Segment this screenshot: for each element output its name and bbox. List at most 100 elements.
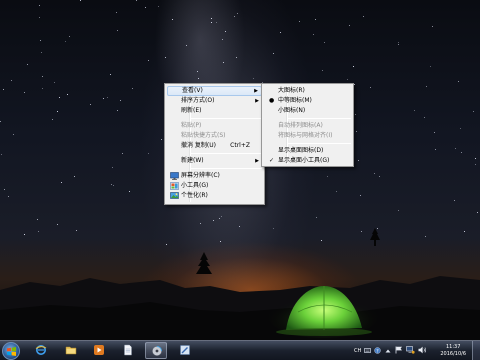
star <box>219 218 220 219</box>
star <box>455 148 456 149</box>
star <box>116 12 117 13</box>
start-button[interactable] <box>2 342 20 360</box>
star <box>360 195 361 196</box>
star <box>158 6 159 7</box>
star <box>327 176 328 177</box>
star <box>200 223 201 224</box>
menu-item-label: 撤消 复制(U) <box>181 142 216 149</box>
star <box>313 34 314 35</box>
star <box>148 153 149 154</box>
context-menu-item[interactable]: 小工具(G) <box>167 181 262 191</box>
star <box>198 78 199 79</box>
menu-separator <box>288 118 351 119</box>
menu-item-label: 排序方式(O) <box>181 97 215 104</box>
star <box>39 5 40 6</box>
star <box>355 114 356 115</box>
star <box>299 21 300 22</box>
context-menu-item[interactable]: 个性化(R) <box>167 191 262 201</box>
star <box>464 231 465 232</box>
star <box>8 196 9 197</box>
star <box>236 57 237 58</box>
star <box>3 89 4 90</box>
taskbar-button[interactable] <box>117 342 139 359</box>
star <box>477 212 478 213</box>
star <box>67 94 68 95</box>
taskbar-button[interactable] <box>145 342 167 359</box>
star <box>172 19 173 20</box>
view-submenu-item[interactable]: 小图标(N) <box>264 106 351 116</box>
star <box>76 230 77 231</box>
star <box>458 81 459 82</box>
taskbar-button[interactable] <box>88 342 110 359</box>
star <box>356 131 357 132</box>
star <box>24 234 25 235</box>
menu-item-label: 小图标(N) <box>278 107 306 114</box>
star <box>336 191 337 192</box>
taskbar-button[interactable] <box>174 342 196 359</box>
taskbar-button[interactable] <box>30 342 52 359</box>
star <box>211 18 212 19</box>
language-indicator[interactable]: CH <box>354 348 361 354</box>
star <box>370 87 371 88</box>
context-menu-item[interactable]: 刷新(E) <box>167 106 262 116</box>
show-desktop-button[interactable] <box>472 341 480 360</box>
context-menu-item[interactable]: 新建(W) ▶ <box>167 156 262 166</box>
submenu-arrow-icon: ▶ <box>254 88 258 94</box>
keyboard-icon[interactable] <box>364 347 371 354</box>
menu-item-label: 将图标与网格对齐(I) <box>278 132 333 139</box>
context-menu-item[interactable]: 屏幕分辨率(C) <box>167 171 262 181</box>
volume-icon[interactable] <box>418 346 427 354</box>
network-icon[interactable] <box>406 346 415 354</box>
star <box>473 111 474 112</box>
taskbar-button[interactable] <box>60 342 82 359</box>
menu-separator <box>191 153 262 154</box>
star <box>165 57 166 58</box>
context-menu-item[interactable]: 排序方式(O) ▶ <box>167 96 262 106</box>
action-center-flag-icon[interactable] <box>395 346 403 354</box>
windows-logo-icon <box>7 347 16 356</box>
star <box>122 153 123 154</box>
star <box>321 240 322 241</box>
view-submenu-item[interactable]: ✓ 显示桌面小工具(G) <box>264 156 351 166</box>
star <box>59 97 60 98</box>
glowing-tent <box>268 286 378 338</box>
taskbar: CH ? 11:37 2016/10/6 <box>0 340 480 360</box>
menu-item-label: 中等图标(M) <box>278 97 312 104</box>
star <box>41 52 42 53</box>
help-icon[interactable]: ? <box>374 347 381 354</box>
star <box>234 16 235 17</box>
star <box>38 231 39 232</box>
star <box>221 216 222 217</box>
star <box>120 100 121 101</box>
star <box>379 176 380 177</box>
star <box>4 189 5 190</box>
view-submenu-item[interactable]: 显示桌面图标(D) <box>264 146 351 156</box>
star <box>273 53 274 54</box>
checkmark-icon: ✓ <box>269 157 275 164</box>
star <box>74 176 75 177</box>
menu-item-label: 粘贴(P) <box>181 122 202 129</box>
tree-silhouette <box>196 252 212 274</box>
context-menu-item[interactable]: 查看(V) ▶ <box>167 86 262 96</box>
star <box>349 25 350 26</box>
desktop-context-menu: 查看(V) ▶ 排序方式(O) ▶ 刷新(E) 粘贴(P) 粘贴快捷方式(S) 撤消 复制(U… <box>164 83 265 205</box>
document-icon <box>124 344 132 356</box>
star <box>107 97 108 98</box>
context-menu-item[interactable]: 撤消 复制(U) Ctrl+Z <box>167 141 262 151</box>
star <box>110 74 111 75</box>
system-clock[interactable]: 11:37 2016/10/6 <box>440 344 466 357</box>
star <box>103 98 104 99</box>
submenu-arrow-icon: ▶ <box>255 158 259 164</box>
star <box>475 158 476 159</box>
star <box>80 0 81 1</box>
star <box>132 88 133 89</box>
file-explorer-icon <box>65 346 77 355</box>
show-hidden-icons-arrow[interactable] <box>385 348 391 354</box>
view-submenu-item[interactable]: ● 中等图标(M) <box>264 96 351 106</box>
star <box>424 117 425 118</box>
view-submenu-item[interactable]: 大图标(R) <box>264 86 351 96</box>
tree-silhouette <box>370 228 380 246</box>
star <box>358 160 359 161</box>
star <box>273 228 274 229</box>
star <box>237 13 238 14</box>
